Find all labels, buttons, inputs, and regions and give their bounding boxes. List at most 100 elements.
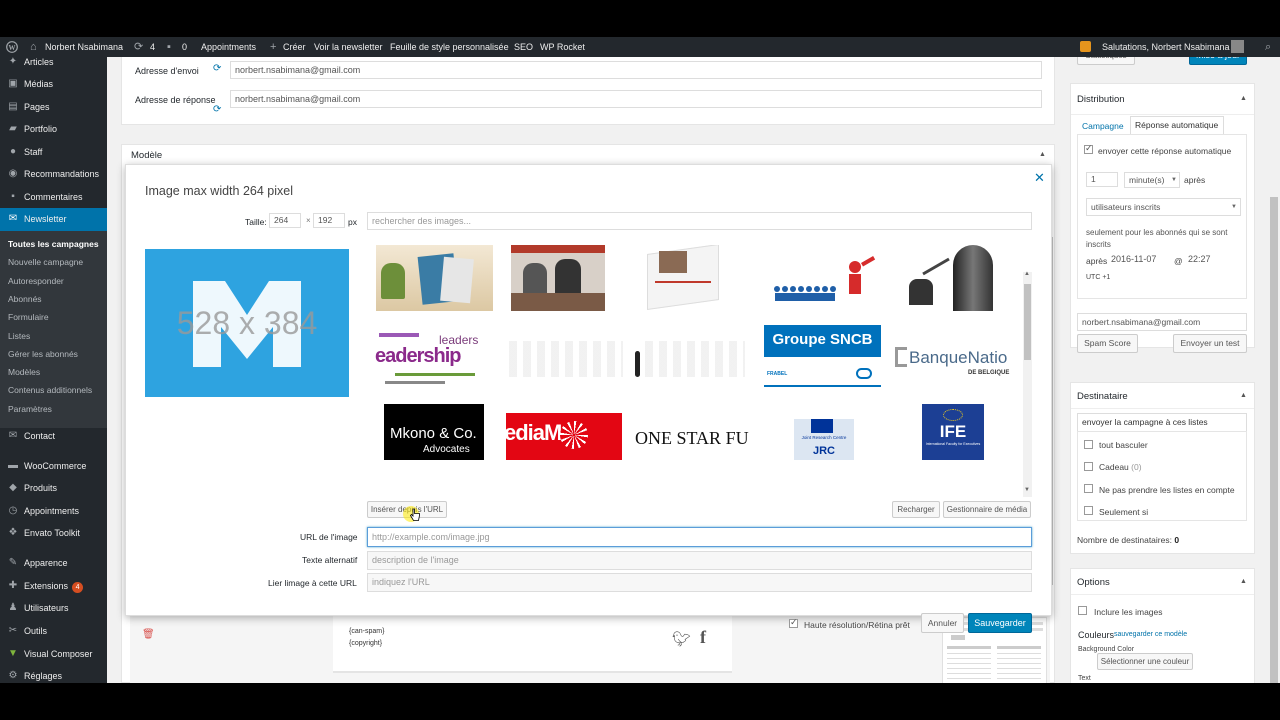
link-url-input[interactable]: indiquez l'URL [367,573,1032,592]
submenu-all-campaigns[interactable]: Toutes les campagnes [8,239,99,249]
ignore-lists-checkbox[interactable] [1084,484,1093,493]
retina-checkbox[interactable]: ✓ [789,617,798,628]
collapse-arrow-icon[interactable]: ▲ [1240,95,1247,102]
menu-item-portfolio[interactable]: ▰ Portfolio [0,118,107,140]
gallery-image[interactable]: ONE STAR FU [635,413,755,460]
adminbar-wp-rocket[interactable]: WP Rocket [540,37,585,57]
tab-autoresponse[interactable]: Réponse automatique [1130,116,1224,135]
time-field[interactable]: 22:27 [1186,252,1220,268]
adminbar-custom-css[interactable]: Feuille de style personnalisée [390,37,509,57]
submenu-form[interactable]: Formulaire [8,312,49,322]
search-icon[interactable]: ⌕ [1265,37,1271,57]
submenu-manage-subscribers[interactable]: Gérer les abonnés [8,349,78,359]
adminbar-view-newsletter[interactable]: Voir la newsletter [314,37,383,57]
page-scrollbar[interactable] [1268,57,1280,683]
site-name-link[interactable]: Norbert Nsabimana [45,37,123,57]
sync-icon[interactable]: ⟳ [213,104,221,115]
collapse-arrow-icon[interactable]: ▲ [1240,392,1247,399]
spam-score-button[interactable]: Spam Score [1077,334,1138,353]
adminbar-new[interactable]: Créer [283,37,306,57]
adminbar-seo[interactable]: SEO [514,37,533,57]
delay-number-field[interactable]: 1 [1086,172,1118,187]
reply-address-field[interactable]: norbert.nsabimana@gmail.com [230,90,1042,108]
gallery-image[interactable] [897,245,1014,311]
submenu-new-campaign[interactable]: Nouvelle campagne [8,257,83,267]
gallery-image[interactable] [639,245,725,311]
menu-item-appearance[interactable]: ✎ Apparence [0,552,107,574]
image-placeholder[interactable]: 528 x 384 [145,249,349,397]
test-email-field[interactable]: norbert.nsabimana@gmail.com [1077,313,1247,331]
menu-item-settings[interactable]: ⚙ Réglages [0,665,107,683]
wordpress-logo-icon[interactable]: W [6,37,18,57]
notification-icon[interactable] [1080,41,1091,52]
toggle-all-checkbox[interactable] [1084,440,1093,449]
save-button[interactable]: Sauvegarder [968,613,1032,633]
menu-item-users[interactable]: ♟ Utilisateurs [0,597,107,619]
page-scrollbar-thumb[interactable] [1270,197,1278,683]
gallery-image[interactable]: IFE International Faculty for Executives [922,404,984,460]
gallery-image[interactable]: ediaMa [506,413,622,460]
select-color-button[interactable]: Sélectionner une couleur [1097,653,1193,670]
menu-item-contact[interactable]: ✉ Contact [0,425,107,447]
menu-item-appointments[interactable]: ◷ Appointments [0,500,107,522]
media-manager-button[interactable]: Gestionnaire de média [943,501,1031,518]
submenu-autoresponder[interactable]: Autoresponder [8,276,64,286]
avatar[interactable] [1231,40,1244,53]
send-test-button[interactable]: Envoyer un test [1173,334,1247,353]
adminbar-appointments[interactable]: Appointments [201,37,256,57]
audience-select[interactable]: utilisateurs inscrits ▼ [1086,198,1241,216]
submenu-settings[interactable]: Paramètres [8,404,52,414]
menu-item-comments[interactable]: ▪ Commentaires [0,186,107,208]
send-to-lists-tab[interactable]: envoyer la campagne à ces listes [1077,413,1247,432]
image-search-input[interactable]: rechercher des images... [367,212,1032,230]
submenu-additional-content[interactable]: Contenus additionnels [8,385,92,395]
trash-icon[interactable]: 🗑︎ [142,629,155,640]
reload-button[interactable]: Recharger [892,501,940,518]
menu-item-products[interactable]: ◆ Produits [0,477,107,499]
gallery-image[interactable]: leaders eadership [375,327,495,393]
save-model-link[interactable]: sauvegarder ce modèle [1114,631,1187,638]
user-greeting[interactable]: Salutations, Norbert Nsabimana [1102,37,1230,57]
gallery-image[interactable] [511,245,605,311]
collapse-arrow-icon[interactable]: ▲ [1039,151,1046,158]
sync-icon[interactable]: ⟳ [213,63,221,74]
menu-item-envato[interactable]: ❖ Envato Toolkit [0,522,107,544]
comments-icon[interactable]: ▪ [167,37,171,57]
gallery-image[interactable]: BanqueNatio DE BELGIQUE [895,327,1015,393]
alt-text-input[interactable]: description de l'image [367,551,1032,570]
menu-item-recommendations[interactable]: ◉ Recommandations [0,163,107,185]
width-field[interactable]: 264 [269,213,301,228]
tab-campaign[interactable]: Campagne [1082,121,1124,131]
date-field[interactable]: 2016-11-07 [1109,252,1168,268]
submenu-lists[interactable]: Listes [8,331,30,341]
from-address-field[interactable]: norbert.nsabimana@gmail.com [230,61,1042,79]
cancel-button[interactable]: Annuler [921,613,964,633]
menu-item-visual-composer[interactable]: ▼ Visual Composer [0,643,107,665]
gallery-image[interactable]: Groupe SNCB FRABEL [764,325,881,389]
include-images-checkbox[interactable] [1078,606,1087,615]
menu-item-staff[interactable]: ● Staff [0,141,107,163]
updates-icon[interactable]: ⟳ [134,37,143,57]
menu-item-woocommerce[interactable]: ▬ WooCommerce [0,455,107,477]
list-checkbox[interactable] [1084,462,1093,471]
close-icon[interactable]: ✕ [1034,170,1045,186]
menu-item-newsletter[interactable]: ✉ Newsletter [0,208,107,231]
collapse-arrow-icon[interactable]: ▲ [1240,578,1247,585]
only-if-checkbox[interactable] [1084,506,1093,515]
gallery-image[interactable] [635,327,745,393]
delay-unit-select[interactable]: minute(s) ▼ [1124,172,1180,188]
gallery-image[interactable]: Joint Research Centre JRC [794,407,854,460]
gallery-image[interactable] [509,327,623,393]
scroll-down-icon[interactable]: ▼ [1024,487,1030,493]
menu-item-pages[interactable]: ▤ Pages [0,96,107,118]
gallery-scrollbar[interactable]: ▲ ▼ [1023,271,1032,497]
scroll-up-icon[interactable]: ▲ [1024,271,1030,277]
send-auto-checkbox[interactable]: ✓ [1084,143,1093,154]
image-url-input[interactable]: http://example.com/image.jpg [367,527,1032,547]
menu-item-media[interactable]: ▣ Médias [0,73,107,95]
gallery-image[interactable]: Mkono & Co. Advocates [384,404,484,460]
submenu-subscribers[interactable]: Abonnés [8,294,42,304]
height-field[interactable]: 192 [313,213,345,228]
menu-item-plugins[interactable]: ✚ Extensions 4 [0,575,107,597]
submenu-templates[interactable]: Modèles [8,367,40,377]
